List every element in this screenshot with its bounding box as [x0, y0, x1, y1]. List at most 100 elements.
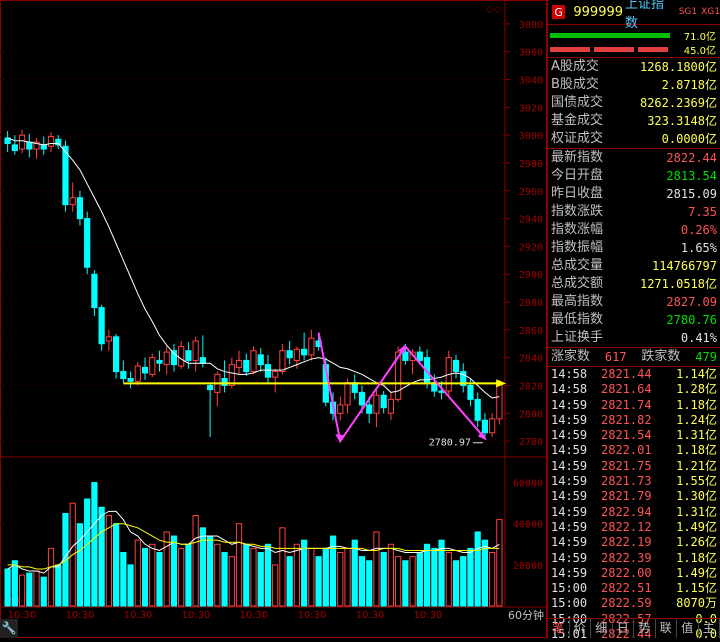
volume-bar	[99, 507, 104, 606]
price-tick-label: 2980	[519, 159, 543, 170]
volume-bar	[48, 548, 53, 606]
tick-row[interactable]: 14:592822.941.31亿	[548, 505, 720, 520]
volume-bar	[236, 524, 241, 606]
down-count: 479	[695, 348, 717, 366]
wrench-icon[interactable]: 🔧	[0, 619, 18, 638]
volume-bar	[215, 544, 220, 606]
kline-chart[interactable]: ◇◇27802800282028402860288029002920294029…	[0, 0, 547, 638]
price-tick-label: 2960	[519, 187, 543, 198]
tick-time: 14:59	[551, 535, 601, 550]
volume-bar	[417, 553, 422, 606]
time-tick-label: 10:30	[66, 610, 95, 621]
tick-price: 2821.64	[601, 382, 671, 397]
tick-row[interactable]: 14:592821.791.30亿	[548, 489, 720, 504]
volume-bar	[424, 544, 429, 606]
time-tick-label: 10:30	[414, 610, 443, 621]
tick-volume: 1.21亿	[671, 459, 717, 474]
volume-bar	[323, 548, 328, 606]
tick-row[interactable]: 14:592822.191.26亿	[548, 535, 720, 550]
tick-price: 2821.79	[601, 489, 671, 504]
volume-bar	[135, 540, 140, 606]
candle-body	[85, 219, 90, 268]
volume-bar	[381, 553, 386, 606]
volume-bar	[19, 575, 24, 606]
tab-3[interactable]: 日	[613, 619, 635, 638]
quote-label: 上证换手	[551, 329, 603, 347]
quote-value: 1271.0518亿	[640, 275, 717, 293]
volume-bar	[432, 548, 437, 606]
tick-row[interactable]: 14:592821.731.55亿	[548, 474, 720, 489]
tab-6[interactable]: 值	[677, 619, 699, 638]
candle-body	[374, 395, 379, 413]
candle-body	[265, 365, 270, 378]
market-badge: G	[552, 5, 565, 19]
candle-body	[41, 145, 46, 149]
tab-4[interactable]: 势	[634, 619, 656, 638]
volume-bar	[41, 577, 46, 606]
price-tick-label: 3040	[519, 76, 543, 87]
volume-bar	[121, 553, 126, 606]
volume-bar	[352, 540, 357, 606]
time-tick-label: 10:30	[240, 610, 269, 621]
tick-row[interactable]: 14:592821.751.21亿	[548, 459, 720, 474]
tick-row[interactable]: 15:002822.511.15亿	[548, 581, 720, 596]
down-total: 45.0亿	[684, 42, 716, 57]
volume-bar	[302, 540, 307, 606]
turnover-label: 基金成交	[551, 112, 603, 130]
tab-1[interactable]: 价	[570, 619, 592, 638]
quote-label: 总成交量	[551, 257, 603, 275]
tick-row[interactable]: 15:002822.598070万	[548, 596, 720, 611]
tick-row[interactable]: 14:592821.741.18亿	[548, 398, 720, 413]
tab-0[interactable]: 笔	[548, 619, 570, 638]
quote-row: 最新指数2822.44	[548, 149, 720, 167]
tab-2[interactable]: 细	[591, 619, 613, 638]
time-tick-label: 10:30	[182, 610, 211, 621]
quote-value: 0.26%	[681, 221, 717, 239]
panel-tabs: 笔价细日势联值主	[548, 618, 720, 638]
tag-sg1[interactable]: SG1	[679, 7, 697, 17]
turnover-section: A股成交1268.1800亿B股成交2.8718亿国债成交8262.2369亿基…	[548, 58, 720, 149]
tick-row[interactable]: 14:592822.011.18亿	[548, 443, 720, 458]
period-label[interactable]: 60分钟	[508, 608, 544, 622]
candle-body	[222, 379, 227, 386]
turnover-row: 权证成交0.0000亿	[548, 130, 720, 148]
candle-body	[417, 352, 422, 360]
price-tick-label: 2940	[519, 215, 543, 226]
candle-body	[63, 146, 68, 204]
tick-volume: 1.49亿	[671, 566, 717, 581]
tick-price: 2822.59	[601, 596, 671, 611]
price-tick-label: 2820	[519, 381, 543, 392]
tick-row[interactable]: 14:582821.441.14亿	[548, 367, 720, 382]
tick-row[interactable]: 14:592822.391.18亿	[548, 551, 720, 566]
advance-decline: 涨家数 617 跌家数 479	[548, 348, 720, 367]
price-tick-label: 2920	[519, 242, 543, 253]
turnover-label: 国债成交	[551, 94, 603, 112]
tick-row[interactable]: 14:592822.121.49亿	[548, 520, 720, 535]
tag-xg1[interactable]: XG1	[701, 7, 720, 17]
tick-time: 14:59	[551, 428, 601, 443]
candle-body	[48, 137, 53, 147]
volume-bar	[222, 553, 227, 606]
tick-time: 14:58	[551, 382, 601, 397]
tick-volume: 1.15亿	[671, 581, 717, 596]
volume-bar	[85, 499, 90, 606]
candle-body	[12, 145, 17, 151]
down-bar-3	[638, 47, 668, 52]
tick-row[interactable]: 14:592821.541.31亿	[548, 428, 720, 443]
tick-time: 14:59	[551, 551, 601, 566]
tab-7[interactable]: 主	[699, 619, 720, 638]
candle-body	[27, 142, 32, 149]
turnover-value: 1268.1800亿	[640, 58, 717, 76]
tick-row[interactable]: 14:592822.001.49亿	[548, 566, 720, 581]
candle-body	[19, 135, 24, 149]
tick-row[interactable]: 14:592821.821.24亿	[548, 413, 720, 428]
tick-price: 2822.00	[601, 566, 671, 581]
volume-bar	[273, 565, 278, 606]
tick-list[interactable]: 14:582821.441.14亿14:582821.641.28亿14:592…	[548, 367, 720, 642]
candle-body	[244, 360, 249, 371]
tick-volume: 1.14亿	[671, 367, 717, 382]
candle-body	[113, 337, 118, 372]
tick-row[interactable]: 14:582821.641.28亿	[548, 382, 720, 397]
volume-bar	[497, 520, 502, 606]
tab-5[interactable]: 联	[656, 619, 678, 638]
